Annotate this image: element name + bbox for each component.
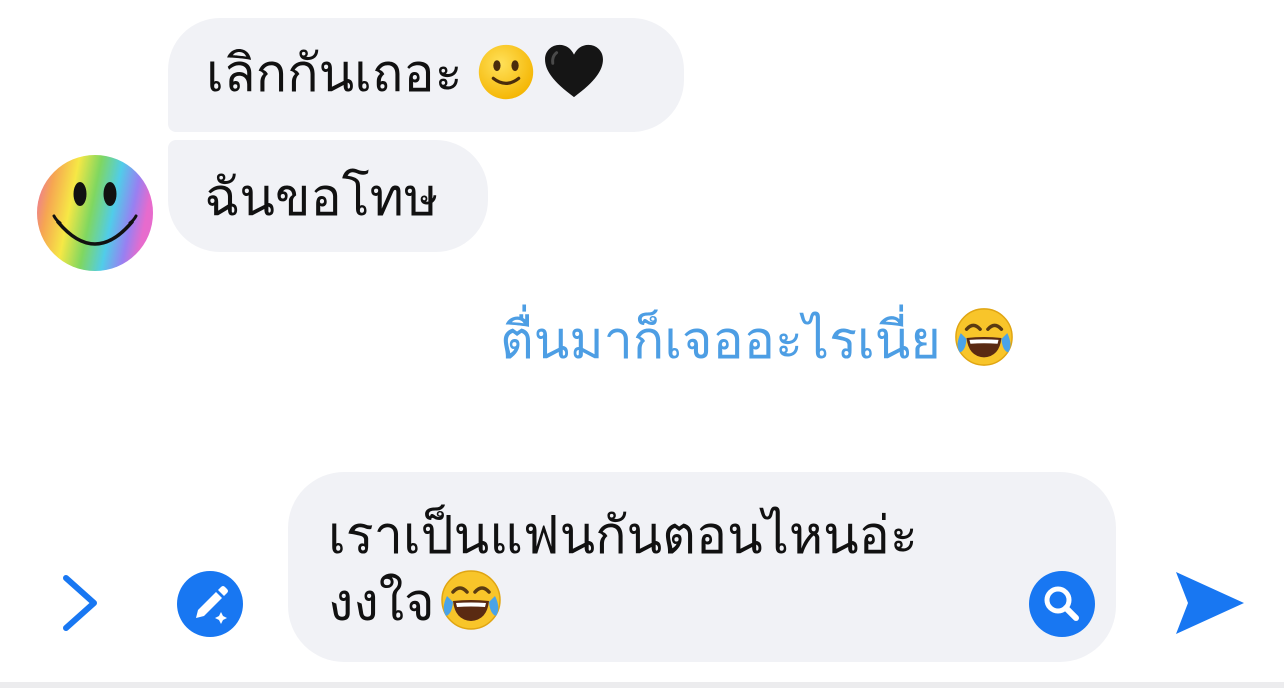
message-text: เลิกกันเถอะ xyxy=(206,44,463,104)
contact-avatar[interactable] xyxy=(36,154,154,272)
draft-line: เราเป็นแฟนกันตอนไหนอ่ะ xyxy=(328,506,918,566)
incoming-message-bubble[interactable]: ฉันขอโทษ xyxy=(168,140,488,252)
search-icon[interactable] xyxy=(1028,570,1096,638)
draft-line: งงใจ xyxy=(328,573,435,633)
face-with-tears-of-joy-emoji xyxy=(953,306,1015,368)
bottom-divider xyxy=(0,682,1284,688)
message-text: ฉันขอโทษ xyxy=(204,168,439,228)
draft-text: เราเป็นแฟนกันตอนไหนอ่ะ งงใจ xyxy=(328,504,1028,635)
send-icon[interactable] xyxy=(1172,568,1246,638)
chevron-right-icon[interactable] xyxy=(56,570,106,636)
pencil-sparkle-icon[interactable] xyxy=(176,570,244,638)
message-input[interactable]: เราเป็นแฟนกันตอนไหนอ่ะ งงใจ xyxy=(288,472,1116,662)
face-with-tears-of-joy-emoji xyxy=(439,568,503,632)
outgoing-message[interactable]: ตื่นมาก็เจออะไรเนี่ย xyxy=(500,306,1120,384)
incoming-message-bubble[interactable]: เลิกกันเถอะ xyxy=(168,18,684,132)
message-composer: เราเป็นแฟนกันตอนไหนอ่ะ งงใจ xyxy=(0,470,1284,688)
slightly-smiling-face-emoji xyxy=(478,44,533,100)
black-heart-emoji xyxy=(544,44,603,98)
message-text: ตื่นมาก็เจออะไรเนี่ย xyxy=(500,311,941,371)
